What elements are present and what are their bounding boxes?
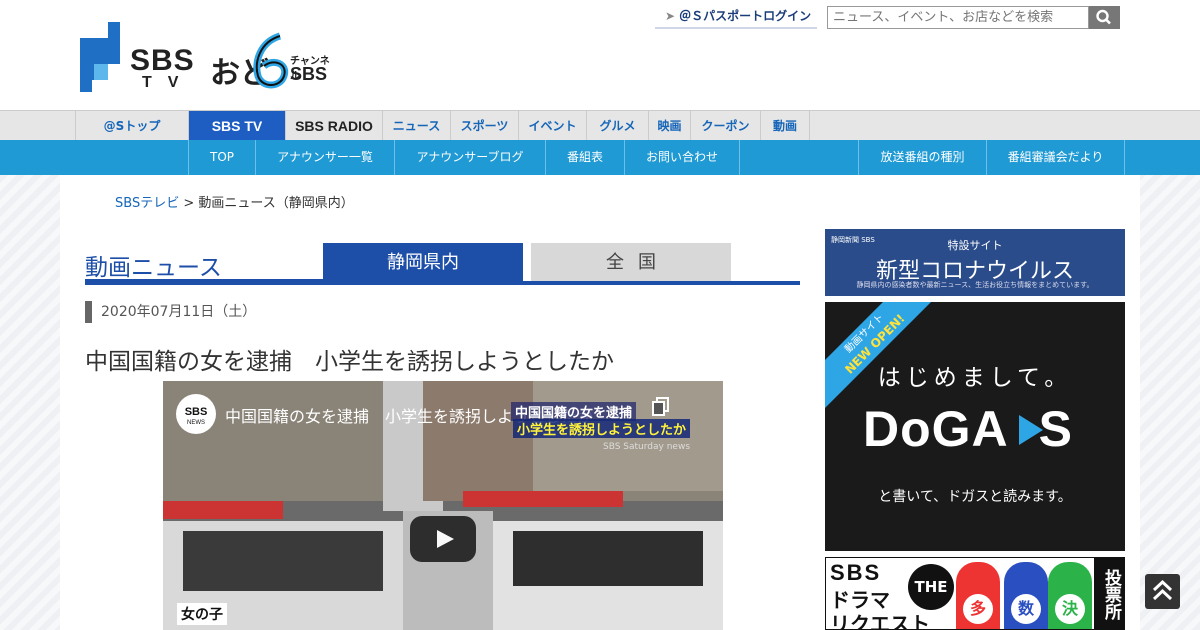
login-label: ＠Ｓパスポートログイン <box>679 9 812 23</box>
nav-item-gourmet[interactable]: グルメ <box>586 111 648 141</box>
subnav-item-program-guide[interactable]: 番組表 <box>545 140 624 175</box>
nav-item-movies[interactable]: 映画 <box>648 111 690 141</box>
search-input[interactable] <box>827 6 1089 29</box>
drama-request-banner[interactable]: SBS ドラマ リクエスト THE 多 数 決 投票所 <box>825 557 1125 630</box>
nav-item-events[interactable]: イベント <box>518 111 586 141</box>
breadcrumb-separator: > <box>183 196 195 211</box>
passport-login-link[interactable]: ➤ ＠Ｓパスポートログイン <box>655 7 817 29</box>
drama-l1: SBS <box>830 560 882 585</box>
subnav-item-announcer-blog[interactable]: アナウンサーブログ <box>394 140 545 175</box>
dogas-hello: はじめまして。 <box>877 365 1073 391</box>
breadcrumb: SBSテレビ > 動画ニュース（静岡県内） <box>115 192 354 211</box>
sbs-tv-logo[interactable]: SBS TV <box>80 22 194 94</box>
video-overlay-line2: 小学生を誘拐しようとしたか <box>513 419 691 438</box>
svg-text:NEWS: NEWS <box>187 420 205 426</box>
corona-banner[interactable]: 静岡新聞 SBS 特設サイト 新型コロナウイルス 静岡県内の感染者数や最新ニュー… <box>825 229 1125 296</box>
drama-the-badge: THE <box>908 564 954 610</box>
drama-kanji-1: 多 <box>963 594 993 624</box>
sbs-logo-mark-icon <box>80 22 120 92</box>
nav-item-sbs-tv[interactable]: SBS TV <box>188 111 285 141</box>
drama-kanji-2: 数 <box>1011 594 1041 624</box>
tab-shizuoka[interactable]: 静岡県内 <box>323 243 523 281</box>
tab-national[interactable]: 全国 <box>531 243 731 281</box>
nav-item-at-s-top[interactable]: @Sトップ <box>75 111 188 141</box>
logo-sbs-text: SBS <box>130 44 195 77</box>
dogas-read-text: と書いて、ドガスと読みます。 <box>878 489 1072 505</box>
search-icon <box>1096 9 1111 25</box>
video-overlay-source: SBS Saturday news <box>603 442 691 452</box>
sub-nav: TOP アナウンサー一覧 アナウンサーブログ 番組表 お問い合わせ 放送番組の種… <box>0 140 1200 175</box>
nav-item-coupons[interactable]: クーポン <box>690 111 760 141</box>
subnav-item-contact[interactable]: お問い合わせ <box>624 140 740 175</box>
dogas-banner[interactable]: 動画サイト NEW OPEN! はじめまして。 DoGA S と書いて、ドガスと読… <box>825 302 1125 551</box>
svg-text:SBS: SBS <box>185 406 208 418</box>
play-button[interactable] <box>410 516 476 562</box>
sbs-news-channel-icon[interactable]: SBS NEWS <box>175 393 217 435</box>
article-date: 2020年07月11日（土） <box>85 301 256 323</box>
chevron-up-icon <box>1152 579 1173 601</box>
arrow-icon: ➤ <box>665 9 676 23</box>
video-player[interactable]: SBS NEWS 中国国籍の女を逮捕 小学生を誘拐しようとしたか 中国国籍の女を… <box>163 381 723 630</box>
subnav-item-top[interactable]: TOP <box>188 140 255 175</box>
nav-item-news[interactable]: ニュース <box>382 111 450 141</box>
section-title: 動画ニュース <box>85 255 222 281</box>
subnav-item-program-types[interactable]: 放送番組の種別 <box>858 140 986 175</box>
breadcrumb-current: 動画ニュース（静岡県内） <box>198 196 354 211</box>
breadcrumb-home-link[interactable]: SBSテレビ <box>115 196 179 211</box>
nav-item-sports[interactable]: スポーツ <box>450 111 518 141</box>
copy-link-icon[interactable] <box>651 396 671 416</box>
nav-item-sbs-radio[interactable]: SBS RADIO <box>285 111 382 141</box>
back-to-top-button[interactable] <box>1145 574 1180 609</box>
subnav-item-announcers[interactable]: アナウンサー一覧 <box>255 140 394 175</box>
new-open-ribbon: 動画サイト NEW OPEN! <box>825 302 943 412</box>
drama-vote-text: 投票所 <box>1094 558 1124 629</box>
search-button[interactable] <box>1089 6 1120 29</box>
subnav-item-council-report[interactable]: 番組審議会だより <box>986 140 1125 175</box>
drama-kanji-3: 決 <box>1055 594 1085 624</box>
global-nav: @Sトップ SBS TV SBS RADIO ニュース スポーツ イベント グル… <box>0 110 1200 141</box>
section-divider <box>85 281 800 285</box>
odo-channel-logo[interactable]: おど チャンネル SBS <box>210 30 335 92</box>
play-triangle-icon <box>1019 415 1043 445</box>
article-headline: 中国国籍の女を逮捕 小学生を誘拐しようとしたか <box>85 349 614 375</box>
nav-item-videos[interactable]: 動画 <box>760 111 810 141</box>
site-header: SBS TV おど チャンネル SBS ➤ ＠Ｓパスポートログイン <box>0 0 1200 110</box>
six-mark-icon <box>253 32 289 89</box>
corona-small-text: 特設サイト <box>947 239 1003 252</box>
video-caption: 女の子 <box>177 603 227 625</box>
channel-sbs-text: SBS <box>290 64 328 84</box>
corona-desc: 静岡県内の感染者数や最新ニュース、生活お役立ち情報をまとめています。 <box>856 281 1094 289</box>
drama-l3: リクエスト <box>830 612 930 630</box>
logo-tv-text: TV <box>142 74 195 91</box>
